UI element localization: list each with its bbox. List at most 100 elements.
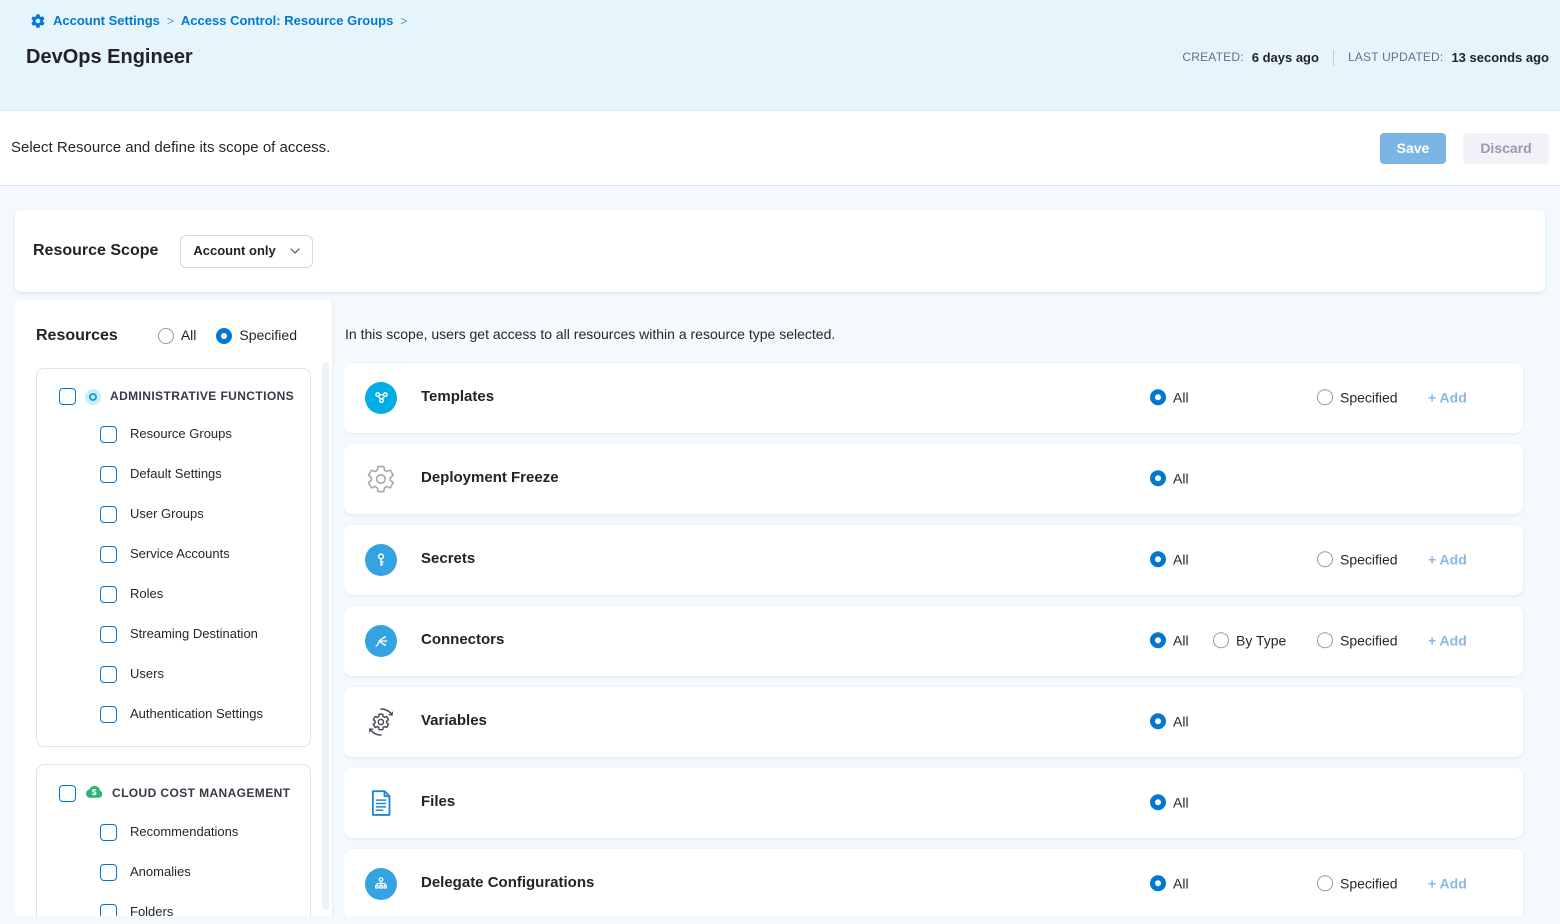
- sidebar-item-default-settings: Default Settings: [37, 454, 310, 494]
- resources-title: Resources: [36, 326, 118, 346]
- radio[interactable]: [1317, 876, 1333, 892]
- option-label: All: [1173, 794, 1189, 812]
- option-label: All: [1173, 389, 1189, 407]
- created-label: CREATED:: [1182, 50, 1243, 65]
- delegate-option-specified[interactable]: Specified: [1317, 875, 1398, 893]
- item-label: Recommendations: [130, 824, 238, 840]
- sidebar-item-authentication-settings: Authentication Settings: [37, 694, 310, 734]
- option-label: All: [1173, 470, 1189, 488]
- sidebar-item-service-accounts: Service Accounts: [37, 534, 310, 574]
- settings-gear-icon: [30, 13, 46, 29]
- group-label: ADMINISTRATIVE FUNCTIONS: [110, 389, 294, 404]
- option-label: Specified: [1340, 875, 1398, 893]
- variables-option-all[interactable]: All: [1150, 713, 1189, 731]
- radio-all[interactable]: [158, 328, 174, 344]
- breadcrumb-resource-groups[interactable]: Access Control: Resource Groups: [181, 13, 393, 29]
- files-option-all[interactable]: All: [1150, 794, 1189, 812]
- chevron-down-icon: [290, 248, 300, 254]
- option-label: Specified: [1340, 389, 1398, 407]
- connectors-icon: [365, 625, 397, 657]
- sidebar-item-folders: Folders: [37, 893, 310, 917]
- secrets-option-all[interactable]: All: [1150, 551, 1189, 569]
- radio[interactable]: [1150, 795, 1166, 811]
- radio[interactable]: [1150, 471, 1166, 487]
- resources-sidebar: Resources All Specified A: [15, 300, 332, 916]
- checkbox-roles[interactable]: [100, 586, 117, 603]
- item-label: Users: [130, 666, 164, 682]
- row-delegate-configurations: Delegate Configurations All Specified + …: [344, 849, 1523, 917]
- sidebar-item-roles: Roles: [37, 574, 310, 614]
- checkbox-authentication-settings[interactable]: [100, 706, 117, 723]
- radio[interactable]: [1150, 714, 1166, 730]
- delegate-add-button[interactable]: + Add: [1428, 875, 1467, 893]
- secrets-option-specified[interactable]: Specified: [1317, 551, 1398, 569]
- connectors-option-by-type[interactable]: By Type: [1213, 632, 1286, 650]
- templates-option-specified[interactable]: Specified: [1317, 389, 1398, 407]
- checkbox-default-settings[interactable]: [100, 466, 117, 483]
- row-title: Files: [421, 793, 455, 812]
- breadcrumb-separator: >: [167, 14, 174, 29]
- radio[interactable]: [1213, 633, 1229, 649]
- radio[interactable]: [1150, 390, 1166, 406]
- radio[interactable]: [1317, 633, 1333, 649]
- group-label: CLOUD COST MANAGEMENT: [112, 786, 290, 801]
- checkbox-administrative-functions[interactable]: [59, 388, 76, 405]
- row-title: Secrets: [421, 550, 475, 569]
- deployment-freeze-icon: [365, 463, 397, 495]
- sidebar-item-streaming-destination: Streaming Destination: [37, 614, 310, 654]
- row-title: Deployment Freeze: [421, 469, 559, 488]
- discard-button[interactable]: Discard: [1463, 133, 1549, 164]
- connectors-add-button[interactable]: + Add: [1428, 632, 1467, 650]
- action-toolbar: Select Resource and define its scope of …: [0, 110, 1560, 186]
- checkbox-streaming-destination[interactable]: [100, 626, 117, 643]
- group-administrative-functions: ADMINISTRATIVE FUNCTIONS Resource Groups…: [36, 368, 311, 747]
- item-label: Roles: [130, 586, 163, 602]
- radio[interactable]: [1150, 876, 1166, 892]
- row-files: Files All: [344, 768, 1523, 838]
- radio[interactable]: [1317, 552, 1333, 568]
- resources-mode-specified[interactable]: Specified: [216, 327, 297, 345]
- checkbox-recommendations[interactable]: [100, 824, 117, 841]
- checkbox-resource-groups[interactable]: [100, 426, 117, 443]
- secrets-add-button[interactable]: + Add: [1428, 551, 1467, 569]
- radio[interactable]: [1150, 552, 1166, 568]
- sidebar-item-recommendations: Recommendations: [37, 813, 310, 853]
- checkbox-folders[interactable]: [100, 904, 117, 916]
- deployment-freeze-option-all[interactable]: All: [1150, 470, 1189, 488]
- breadcrumb-account-settings[interactable]: Account Settings: [53, 13, 160, 29]
- sidebar-item-resource-groups: Resource Groups: [37, 414, 310, 454]
- save-button[interactable]: Save: [1380, 133, 1446, 164]
- checkbox-service-accounts[interactable]: [100, 546, 117, 563]
- row-templates: Templates All Specified + Add: [344, 363, 1523, 433]
- resource-scope-value: Account only: [193, 243, 275, 259]
- option-label: By Type: [1236, 632, 1286, 650]
- checkbox-anomalies[interactable]: [100, 864, 117, 881]
- cloud-cost-icon: $: [85, 784, 103, 804]
- row-title: Connectors: [421, 631, 504, 650]
- radio-all-label: All: [181, 327, 197, 345]
- connectors-option-specified[interactable]: Specified: [1317, 632, 1398, 650]
- radio-specified[interactable]: [216, 328, 232, 344]
- templates-add-button[interactable]: + Add: [1428, 389, 1467, 407]
- sidebar-scrollbar[interactable]: [322, 362, 329, 910]
- secrets-icon: [365, 544, 397, 576]
- checkbox-cloud-cost-management[interactable]: [59, 785, 76, 802]
- resource-scope-dropdown[interactable]: Account only: [180, 235, 312, 268]
- row-deployment-freeze: Deployment Freeze All: [344, 444, 1523, 514]
- row-title: Variables: [421, 712, 487, 731]
- resources-mode-all[interactable]: All: [158, 327, 197, 345]
- item-label: Default Settings: [130, 466, 222, 482]
- checkbox-user-groups[interactable]: [100, 506, 117, 523]
- last-updated-value: 13 seconds ago: [1451, 50, 1549, 66]
- radio[interactable]: [1317, 390, 1333, 406]
- option-label: All: [1173, 632, 1189, 650]
- radio[interactable]: [1150, 633, 1166, 649]
- option-label: Specified: [1340, 551, 1398, 569]
- templates-option-all[interactable]: All: [1150, 389, 1189, 407]
- files-icon: [365, 787, 397, 819]
- toolbar-description: Select Resource and define its scope of …: [11, 139, 330, 158]
- checkbox-users[interactable]: [100, 666, 117, 683]
- delegate-option-all[interactable]: All: [1150, 875, 1189, 893]
- radio-specified-label: Specified: [239, 327, 297, 345]
- connectors-option-all[interactable]: All: [1150, 632, 1189, 650]
